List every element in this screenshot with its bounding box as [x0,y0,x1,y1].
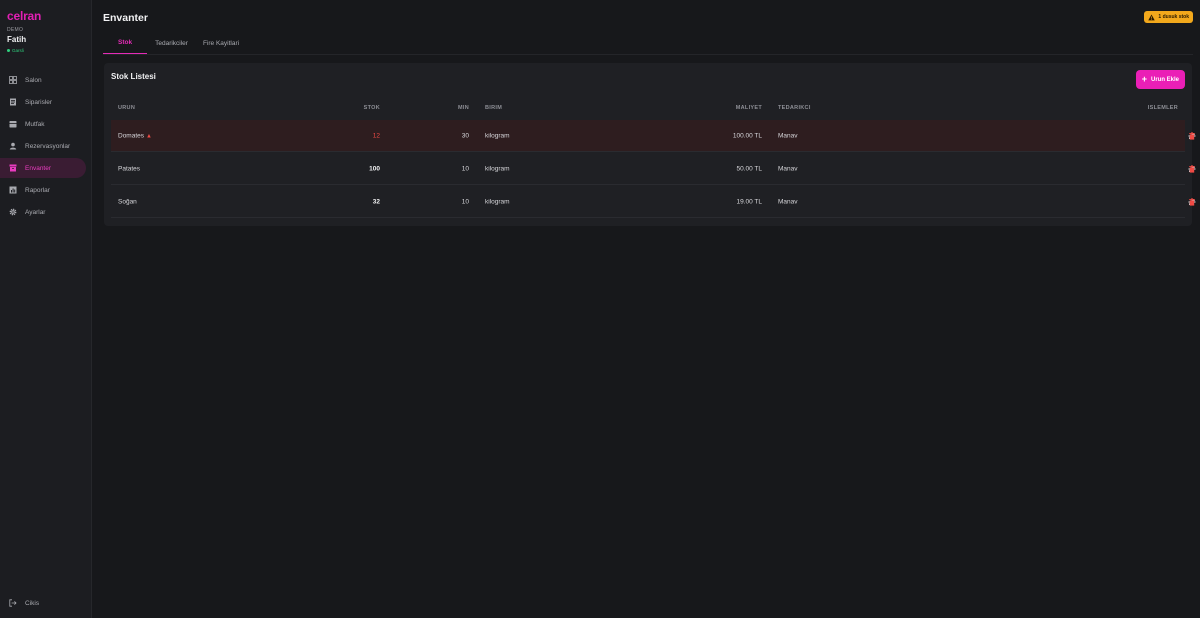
logout-label: Cikis [25,599,40,607]
cell-unit: kilogram [485,165,510,172]
grid-icon [9,76,17,84]
nav-label: Mutfak [25,120,45,128]
plus-icon: + [1141,74,1147,84]
delete-icon[interactable] [1185,129,1199,143]
cell-supplier: Manav [778,198,798,205]
receipt-icon [9,98,17,106]
status-dot-icon [7,49,10,52]
cell-name: Domates ▲ [118,132,152,139]
product-name: Soğan [118,198,137,205]
cell-cost: 50.00 TL [736,165,762,172]
tab-tedarikciler[interactable]: Tedarikciler [148,32,195,54]
card-title: Stok Listesi [111,72,156,81]
chart-icon [9,186,17,194]
col-stock[interactable]: STOK [364,105,380,111]
product-name: Patates [118,165,141,172]
tab-bar: Stok Tedarikciler Fire Kayitlari [103,32,247,54]
workspace-label: DEMO [7,27,24,33]
tab-stok[interactable]: Stok [103,32,148,54]
nav-label: Siparisler [25,98,53,106]
logout-icon [9,599,17,607]
nav-item-siparisler[interactable]: Siparisler [0,92,86,112]
table-row[interactable]: Domates ▲ 12 30 kilogram 100.00 TL Manav [111,120,1196,152]
col-name[interactable]: URUN [118,105,135,111]
gear-icon [9,208,17,216]
cell-min: 10 [461,198,469,205]
cell-stock: 100 [369,165,380,172]
warning-icon [1148,13,1156,21]
add-product-button[interactable]: + Urun Ekle [1135,70,1185,89]
cell-cost: 100.00 TL [732,132,762,139]
reservation-icon [9,142,17,150]
cell-unit: kilogram [485,198,510,205]
col-cost[interactable]: MALIYET [736,105,762,111]
col-unit[interactable]: BIRIM [485,105,502,111]
low-stock-label: 1 dusuk stok [1158,14,1189,20]
col-min[interactable]: MIN [458,105,469,111]
cell-cost: 19.00 TL [736,198,762,205]
table-header: URUN STOK MIN BIRIM MALIYET TEDARIKCI IS… [111,100,1185,116]
cell-unit: kilogram [485,132,510,139]
delete-icon[interactable] [1185,195,1199,209]
logout-button[interactable]: Cikis [0,593,86,613]
app-logo[interactable]: celran [7,9,41,23]
tab-divider [103,54,1193,55]
nav-label: Raporlar [25,186,50,194]
tab-fire-kayitlari[interactable]: Fire Kayitlari [196,32,246,54]
nav-label: Ayarlar [25,208,46,216]
user-status: Garsli [7,48,24,53]
cell-min: 30 [461,132,469,139]
nav-item-ayarlar[interactable]: Ayarlar [0,202,86,222]
nav-item-salon[interactable]: Salon [0,70,86,90]
kitchen-icon [9,120,17,128]
table-row[interactable]: Patates 100 10 kilogram 50.00 TL Manav [111,153,1196,185]
cell-supplier: Manav [778,165,798,172]
cell-stock: 32 [372,198,380,205]
low-stock-warning-icon: ▲ [146,133,152,139]
nav-label: Salon [25,76,42,84]
nav-label: Envanter [25,164,52,172]
col-supplier[interactable]: TEDARIKCI [778,105,811,111]
user-status-label: Garsli [12,48,24,53]
cell-min: 10 [461,165,469,172]
col-actions: ISLEMLER [1147,105,1178,111]
cell-supplier: Manav [778,132,798,139]
nav-item-mutfak[interactable]: Mutfak [0,114,86,134]
table-row[interactable]: Soğan 32 10 kilogram 19.00 TL Manav [111,186,1196,218]
page-title: Envanter [103,12,148,24]
nav-item-envanter[interactable]: Envanter [0,158,86,178]
nav-label: Rezervasyonlar [25,142,71,150]
user-name: Fatih [7,35,27,44]
nav-item-raporlar[interactable]: Raporlar [0,180,86,200]
delete-icon[interactable] [1185,162,1199,176]
cell-stock: 12 [372,132,380,139]
sidebar: celran DEMO Fatih Garsli Salon Siparisle… [0,0,92,618]
stock-card: Stok Listesi + Urun Ekle URUN STOK MIN B… [104,63,1196,226]
nav-item-rezervasyonlar[interactable]: Rezervasyonlar [0,136,86,156]
product-name: Domates [118,132,145,139]
low-stock-badge[interactable]: 1 dusuk stok [1144,11,1193,23]
add-product-label: Urun Ekle [1150,76,1179,83]
inventory-icon [9,164,17,172]
